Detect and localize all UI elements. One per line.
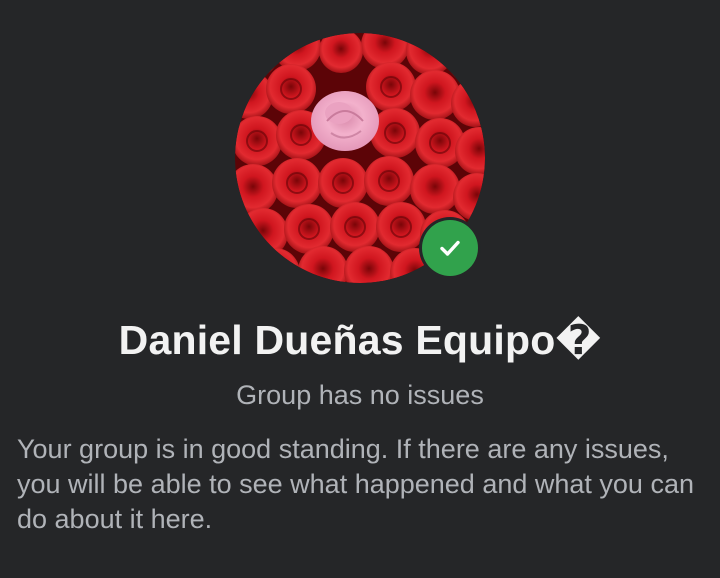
group-status-text: Group has no issues bbox=[236, 380, 484, 410]
status-badge-fill bbox=[422, 220, 478, 276]
group-standing-description: Your group is in good standing. If there… bbox=[17, 434, 694, 534]
group-avatar[interactable] bbox=[235, 33, 485, 283]
status-badge bbox=[419, 217, 481, 279]
check-icon bbox=[440, 240, 460, 256]
group-status-screen: Daniel Dueñas Equipo� Group has no issue… bbox=[0, 0, 720, 578]
group-name: Daniel Dueñas Equipo� bbox=[118, 317, 602, 363]
